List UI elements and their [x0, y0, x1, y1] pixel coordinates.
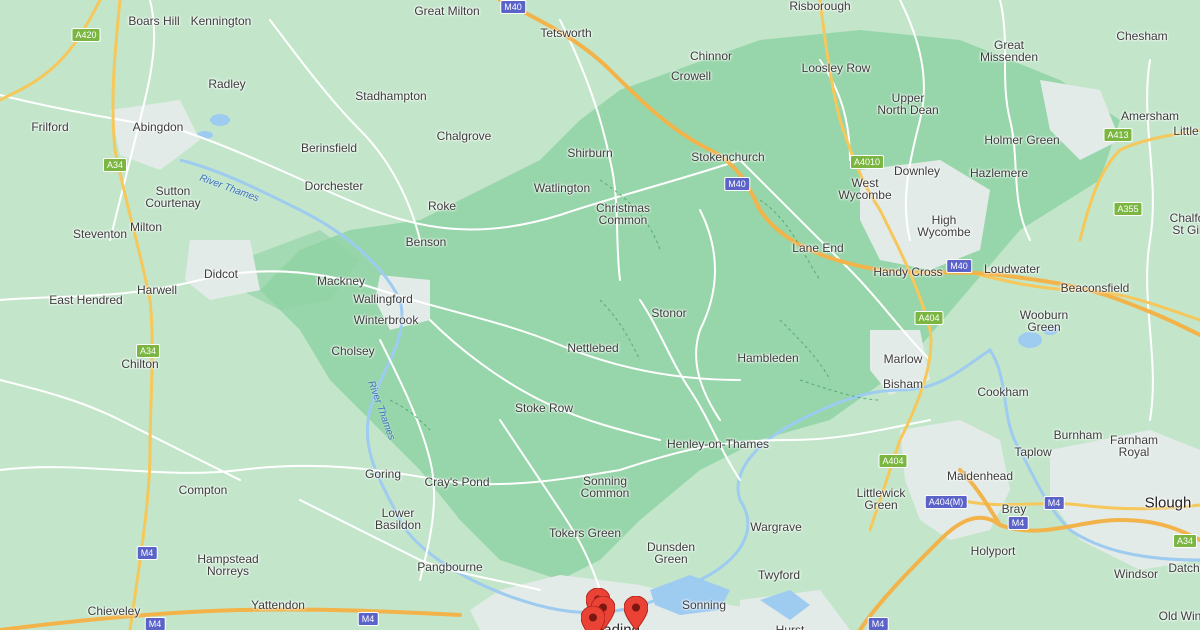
- road-shield-a404: A404: [878, 454, 908, 468]
- road-shield-m4: M4: [867, 617, 889, 630]
- road-shield-m40: M40: [500, 0, 526, 14]
- location-pin-icon[interactable]: [624, 596, 648, 630]
- map-base-layer: [0, 0, 1200, 630]
- map-canvas[interactable]: Boars Hill Kennington Great Milton Risborou…: [0, 0, 1200, 630]
- road-shield-m40: M40: [946, 259, 972, 273]
- road-shield-a4010: A4010: [849, 155, 885, 169]
- road-shield-m4: M4: [136, 546, 158, 560]
- road-shield-m4: M4: [357, 612, 379, 626]
- road-shield-a413: A413: [1103, 128, 1133, 142]
- road-shield-m4: M4: [144, 617, 166, 630]
- road-shield-m40: M40: [724, 177, 750, 191]
- road-shield-a404m: A404(M): [924, 495, 968, 509]
- road-shield-a34: A34: [102, 158, 128, 172]
- road-shield-a404: A404: [914, 311, 944, 325]
- road-shield-a34: A34: [1172, 534, 1198, 548]
- road-shield-a355: A355: [1113, 202, 1143, 216]
- road-shield-m4: M4: [1007, 516, 1029, 530]
- location-pin-icon[interactable]: [581, 606, 605, 630]
- road-shield-a34: A34: [135, 344, 161, 358]
- road-shield-m4: M4: [1043, 496, 1065, 510]
- road-shield-a420: A420: [71, 28, 101, 42]
